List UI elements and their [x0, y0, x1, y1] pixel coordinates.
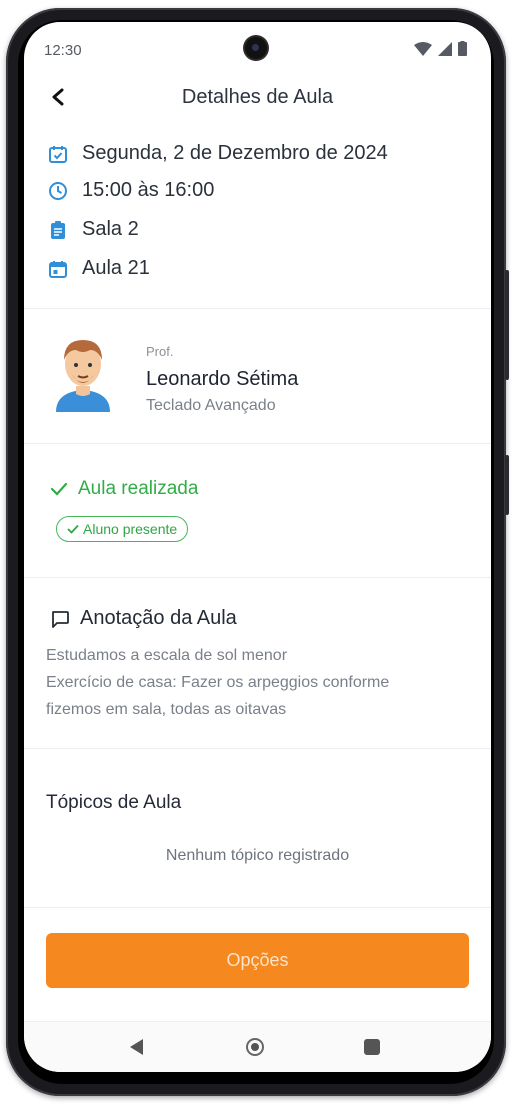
page-title: Detalhes de Aula [181, 86, 334, 108]
nav-recents-icon[interactable] [364, 1039, 380, 1055]
check-icon [67, 524, 79, 534]
notes-title: Anotação da Aula [50, 607, 237, 630]
note-line: fizemos em sala, todas as oitavas [46, 701, 287, 718]
volume-button [505, 455, 509, 515]
divider [24, 443, 491, 444]
calendar-icon [48, 259, 68, 279]
screen: 12:30 Detalhes de Aula Segunda, 2 de Dez… [24, 22, 491, 1072]
lesson-date-row: Segunda, 2 de Dezembro de 2024 [48, 142, 388, 165]
attendance-badge-text: Aluno presente [83, 521, 178, 537]
comment-icon [52, 610, 69, 628]
topics-title: Tópicos de Aula [46, 792, 182, 813]
calendar-check-icon [48, 144, 68, 164]
teacher-name: Leonardo Sétima [146, 368, 299, 390]
system-icons [414, 41, 467, 56]
status-time: 12:30 [44, 42, 82, 59]
notes-title-text: Anotação da Aula [80, 607, 237, 629]
lesson-status: Aula realizada [50, 478, 198, 500]
nav-back-icon[interactable] [130, 1039, 143, 1055]
check-icon [50, 482, 68, 496]
lesson-time-row: 15:00 às 16:00 [48, 179, 214, 202]
divider [24, 748, 491, 749]
lesson-room-row: Sala 2 [48, 218, 139, 241]
divider [24, 907, 491, 908]
topics-empty-message: Nenhum tópico registrado [165, 847, 350, 864]
wifi-icon [414, 42, 432, 56]
lesson-date: Segunda, 2 de Dezembro de 2024 [82, 142, 388, 164]
options-button[interactable]: Opções [46, 933, 469, 988]
attendance-badge: Aluno presente [56, 516, 189, 542]
battery-icon [458, 41, 467, 56]
system-nav-bar [24, 1022, 491, 1072]
divider [24, 577, 491, 578]
lesson-time: 15:00 às 16:00 [82, 179, 215, 201]
app-header: Detalhes de Aula [24, 74, 491, 124]
note-line: Estudamos a escala de sol menor [46, 647, 288, 664]
power-button [505, 270, 509, 380]
clipboard-icon [48, 220, 68, 240]
lesson-status-text: Aula realizada [78, 478, 199, 499]
lesson-number: Aula 21 [82, 257, 150, 279]
signal-icon [438, 42, 452, 56]
teacher-label: Prof. [146, 344, 174, 359]
note-line: Exercício de casa: Fazer os arpeggios co… [46, 674, 390, 691]
divider [24, 308, 491, 309]
status-bar: 12:30 [24, 22, 491, 74]
nav-home-icon[interactable] [246, 1038, 264, 1056]
front-camera [245, 37, 267, 59]
teacher-avatar [50, 332, 116, 412]
clock-icon [48, 181, 68, 201]
teacher-course: Teclado Avançado [146, 397, 276, 414]
lesson-number-row: Aula 21 [48, 257, 150, 280]
lesson-room: Sala 2 [82, 218, 139, 240]
